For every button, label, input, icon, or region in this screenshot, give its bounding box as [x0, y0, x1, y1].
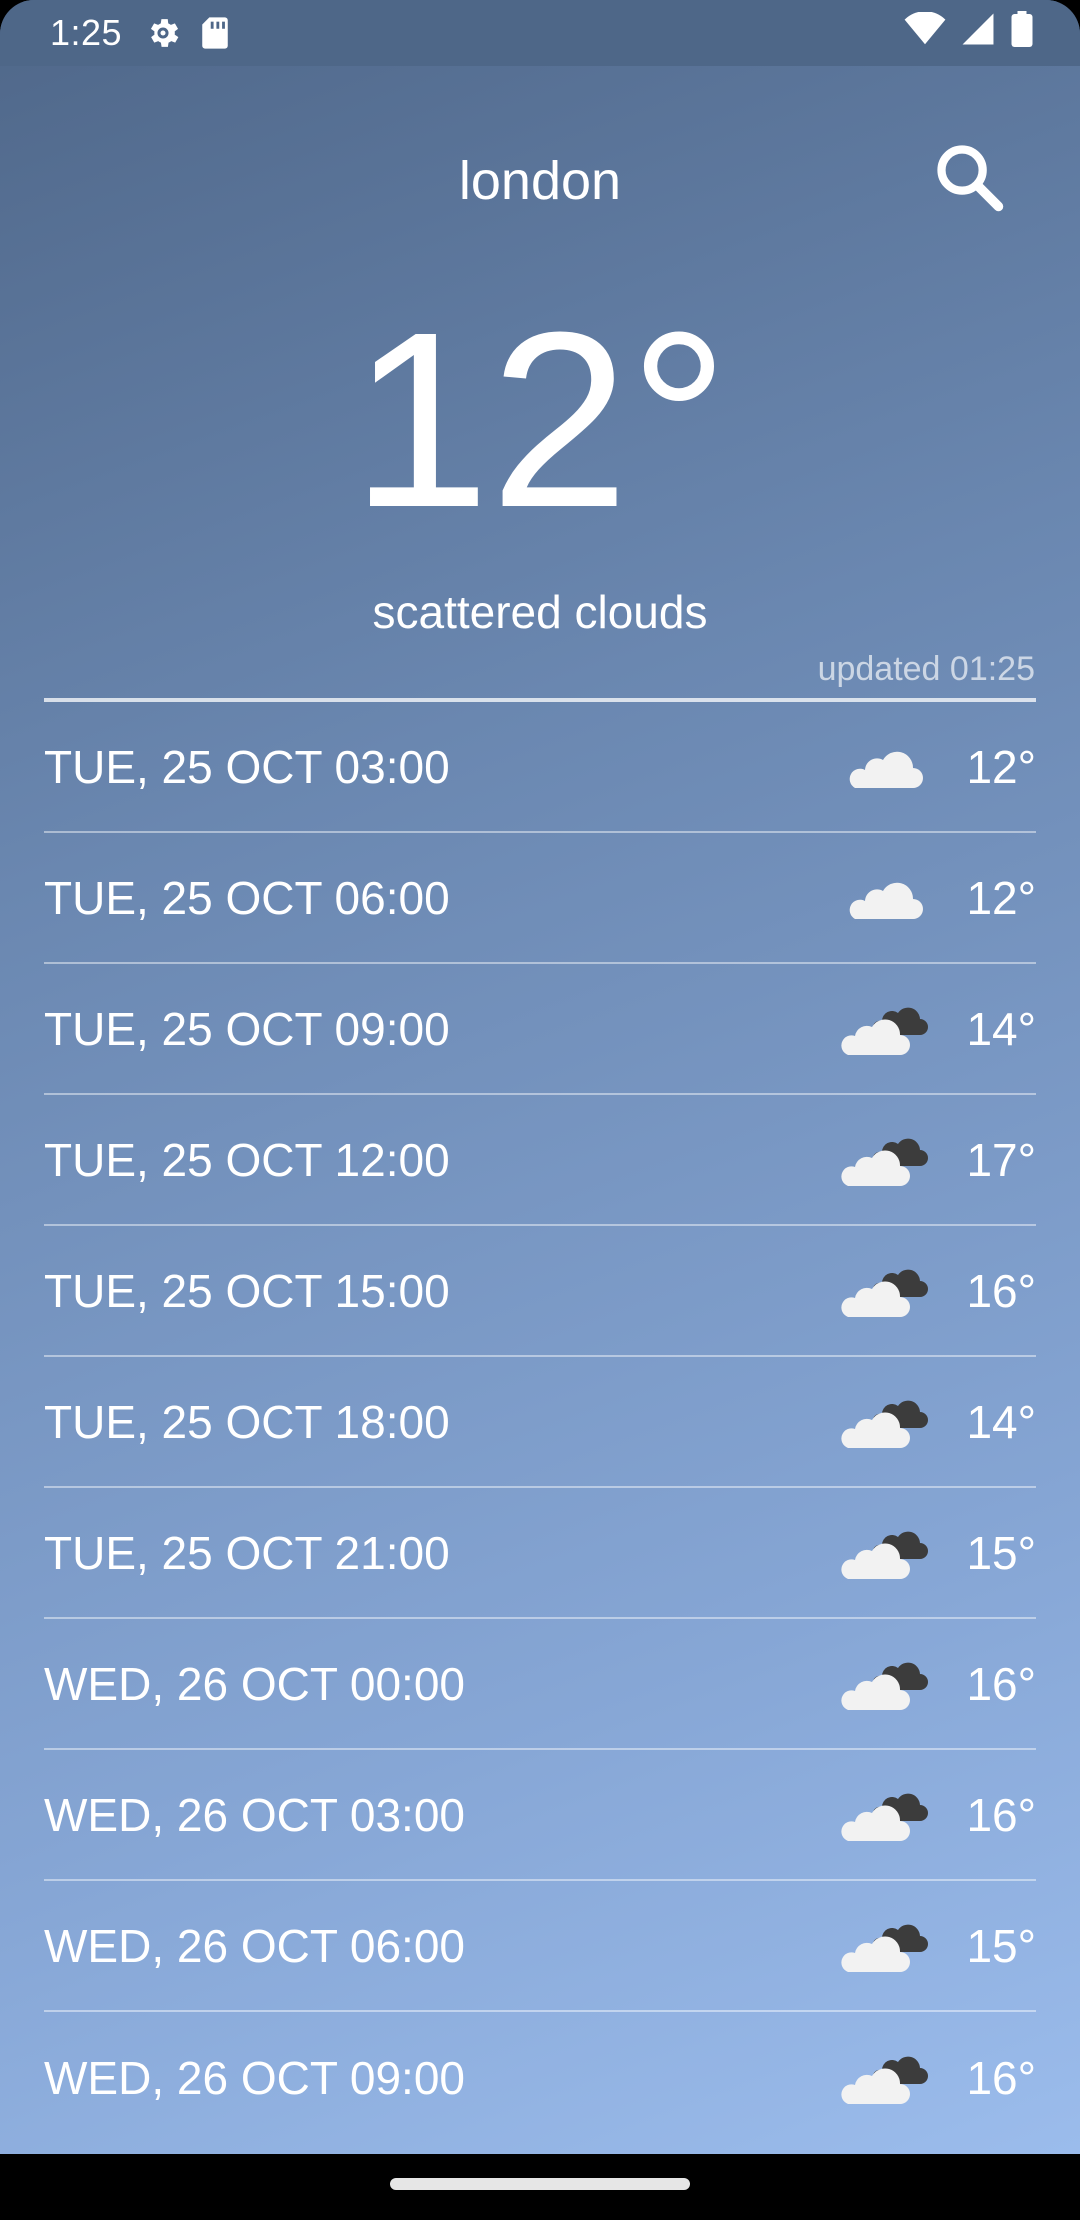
search-button[interactable] [930, 140, 1010, 220]
broken-clouds-icon [828, 1518, 938, 1588]
broken-clouds-icon [828, 1256, 938, 1326]
forecast-temp: 14° [966, 1395, 1036, 1448]
forecast-temp: 17° [966, 1133, 1036, 1186]
forecast-datetime: TUE, 25 OCT 15:00 [44, 1264, 450, 1317]
wifi-icon [904, 10, 946, 55]
forecast-datetime: TUE, 25 OCT 18:00 [44, 1395, 450, 1448]
forecast-row[interactable]: WED, 26 OCT 00:00 16° [44, 1619, 1036, 1750]
forecast-datetime: TUE, 25 OCT 03:00 [44, 740, 450, 793]
forecast-row[interactable]: TUE, 25 OCT 03:00 12° [44, 702, 1036, 833]
forecast-datetime: TUE, 25 OCT 21:00 [44, 1526, 450, 1579]
forecast-row[interactable]: TUE, 25 OCT 18:00 14° [44, 1357, 1036, 1488]
forecast-temp: 16° [966, 1788, 1036, 1841]
forecast-datetime: WED, 26 OCT 00:00 [44, 1657, 465, 1710]
forecast-temp: 12° [966, 871, 1036, 924]
forecast-list[interactable]: TUE, 25 OCT 03:00 12° TUE, 25 OCT 06:00 … [44, 702, 1036, 2143]
forecast-row[interactable]: TUE, 25 OCT 21:00 15° [44, 1488, 1036, 1619]
header: london [0, 130, 1080, 230]
forecast-row[interactable]: TUE, 25 OCT 06:00 12° [44, 833, 1036, 964]
settings-gear-icon [144, 14, 182, 52]
broken-clouds-icon [828, 2043, 938, 2113]
broken-clouds-icon [828, 1780, 938, 1850]
cloud-icon [828, 732, 938, 802]
broken-clouds-icon [828, 1649, 938, 1719]
forecast-temp: 15° [966, 1919, 1036, 1972]
broken-clouds-icon [828, 994, 938, 1064]
forecast-temp: 15° [966, 1526, 1036, 1579]
broken-clouds-icon [828, 1911, 938, 1981]
status-bar: 1:25 [0, 0, 1080, 66]
forecast-temp: 14° [966, 1002, 1036, 1055]
forecast-temp: 16° [966, 2051, 1036, 2104]
cloud-icon [828, 863, 938, 933]
forecast-temp: 12° [966, 740, 1036, 793]
broken-clouds-icon [828, 1387, 938, 1457]
app-screen: 1:25 london 12° scattered clouds updated… [0, 0, 1080, 2154]
updated-time: updated 01:25 [817, 650, 1035, 688]
forecast-row[interactable]: WED, 26 OCT 03:00 16° [44, 1750, 1036, 1881]
forecast-datetime: TUE, 25 OCT 06:00 [44, 871, 450, 924]
forecast-datetime: TUE, 25 OCT 12:00 [44, 1133, 450, 1186]
battery-icon [1010, 10, 1034, 56]
current-temperature: 12° [350, 280, 730, 559]
city-name: london [458, 151, 622, 211]
forecast-row[interactable]: WED, 26 OCT 06:00 15° [44, 1881, 1036, 2012]
forecast-row[interactable]: WED, 26 OCT 09:00 16° [44, 2012, 1036, 2143]
home-gesture-handle[interactable] [390, 2178, 690, 2190]
forecast-temp: 16° [966, 1657, 1036, 1710]
navigation-bar [0, 2154, 1080, 2220]
forecast-row[interactable]: TUE, 25 OCT 09:00 14° [44, 964, 1036, 1095]
forecast-row[interactable]: TUE, 25 OCT 12:00 17° [44, 1095, 1036, 1226]
sd-card-icon [200, 16, 230, 50]
forecast-datetime: TUE, 25 OCT 09:00 [44, 1002, 450, 1055]
forecast-datetime: WED, 26 OCT 06:00 [44, 1919, 465, 1972]
broken-clouds-icon [828, 1125, 938, 1195]
weather-description: scattered clouds [372, 586, 708, 638]
forecast-temp: 16° [966, 1264, 1036, 1317]
status-time: 1:25 [50, 12, 123, 53]
forecast-datetime: WED, 26 OCT 09:00 [44, 2051, 465, 2104]
forecast-row[interactable]: TUE, 25 OCT 15:00 16° [44, 1226, 1036, 1357]
search-icon [932, 140, 1008, 221]
signal-icon [960, 12, 996, 55]
forecast-datetime: WED, 26 OCT 03:00 [44, 1788, 465, 1841]
